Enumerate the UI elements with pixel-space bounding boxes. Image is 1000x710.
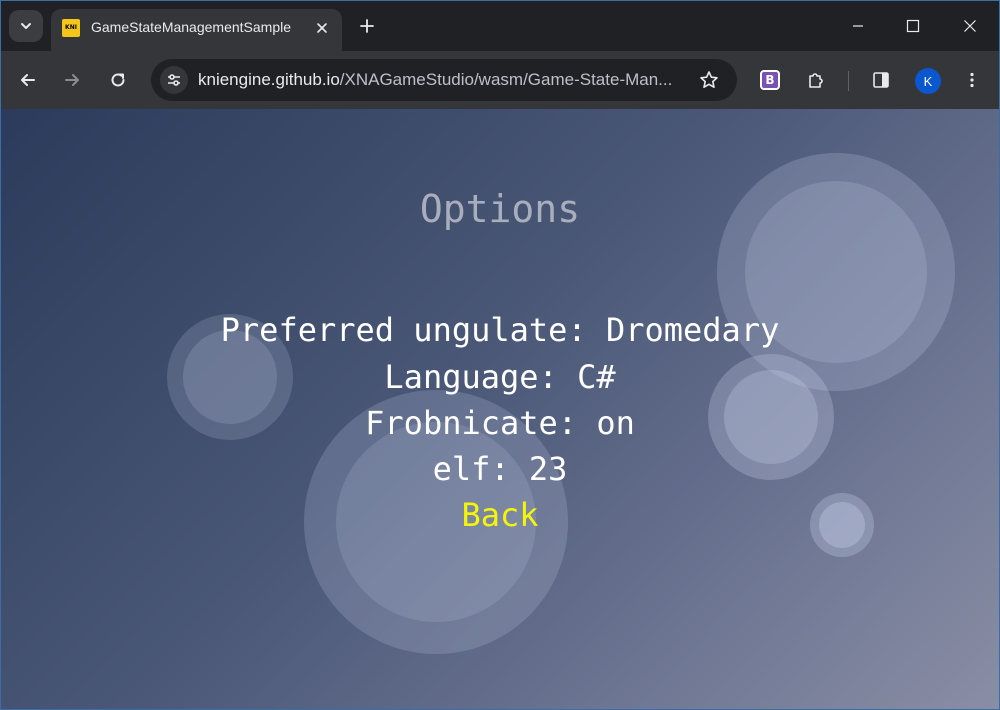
title-bar: KNI GameStateManagementSample	[0, 0, 1000, 51]
arrow-right-icon	[65, 74, 79, 86]
maximize-button[interactable]	[898, 12, 928, 40]
menu-item-frobnicate[interactable]: Frobnicate: on	[1, 407, 999, 439]
url-host: kniengine.github.io	[198, 70, 340, 89]
tab-close-button[interactable]	[312, 18, 332, 38]
star-icon	[700, 71, 718, 88]
side-panel-button[interactable]	[866, 65, 896, 95]
toolbar-divider	[848, 71, 849, 91]
site-info-button[interactable]	[160, 66, 188, 94]
background-bubble	[717, 153, 955, 391]
address-bar[interactable]: kniengine.github.io/XNAGameStudio/wasm/G…	[151, 59, 737, 101]
browser-menu-button[interactable]	[957, 65, 987, 95]
game-canvas[interactable]: Options Preferred ungulate: Dromedary La…	[1, 109, 999, 709]
tab-search-button[interactable]	[9, 10, 43, 42]
side-panel-icon	[873, 72, 889, 88]
menu-item-elf[interactable]: elf: 23	[1, 453, 999, 485]
extensions-button[interactable]	[801, 65, 831, 95]
forward-button[interactable]	[57, 65, 87, 95]
menu-item-preferred-ungulate[interactable]: Preferred ungulate: Dromedary	[1, 314, 999, 346]
kebab-menu-icon	[970, 72, 974, 88]
minimize-icon	[853, 25, 863, 27]
tune-icon	[168, 74, 180, 86]
reload-button[interactable]	[103, 65, 133, 95]
window-close-button[interactable]	[955, 12, 985, 40]
tab-active[interactable]: KNI GameStateManagementSample	[51, 9, 342, 51]
url-path: /XNAGameStudio/wasm/Game-State-Man...	[339, 70, 673, 89]
back-button[interactable]	[13, 65, 43, 95]
reload-icon	[111, 73, 125, 87]
extension-b-button[interactable]: B	[760, 70, 780, 90]
minimize-button[interactable]	[843, 12, 873, 40]
url-text: kniengine.github.io/XNAGameStudio/wasm/G…	[198, 70, 672, 90]
options-screen-title: Options	[419, 187, 581, 231]
menu-item-language[interactable]: Language: C#	[1, 361, 999, 393]
close-icon	[964, 20, 976, 32]
puzzle-icon	[809, 73, 823, 88]
plus-icon	[360, 19, 374, 33]
close-icon	[317, 23, 327, 33]
tab-title: GameStateManagementSample	[91, 19, 291, 35]
kni-logo-icon: KNI	[62, 19, 80, 37]
profile-avatar[interactable]: K	[915, 68, 941, 94]
menu-item-back[interactable]: Back	[1, 499, 999, 531]
bookmark-button[interactable]	[697, 68, 721, 92]
chevron-down-icon	[21, 23, 31, 29]
new-tab-button[interactable]	[355, 14, 379, 38]
maximize-icon	[906, 19, 920, 33]
arrow-left-icon	[21, 74, 35, 86]
browser-toolbar: kniengine.github.io/XNAGameStudio/wasm/G…	[0, 51, 1000, 109]
